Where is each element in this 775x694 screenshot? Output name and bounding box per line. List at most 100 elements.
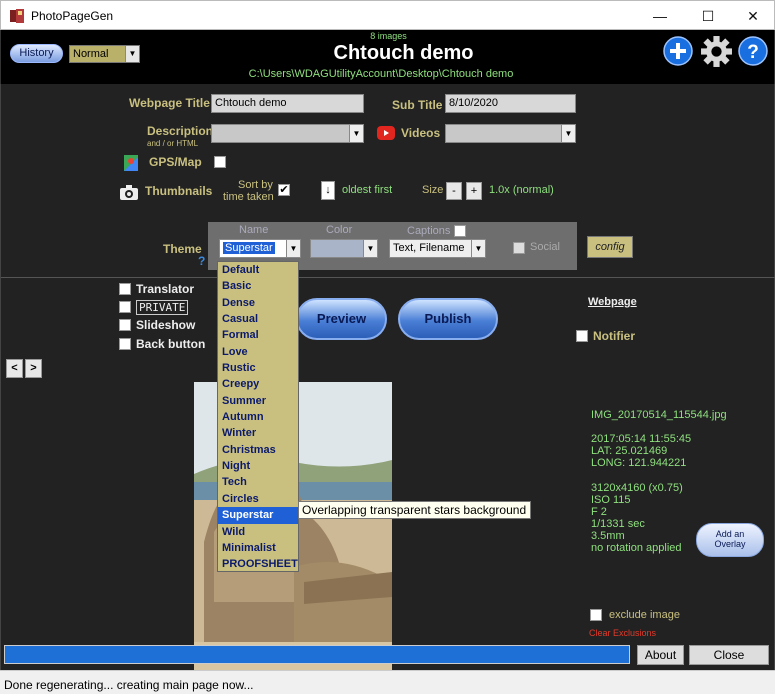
map-icon [124, 155, 138, 171]
theme-option[interactable]: Night [218, 458, 298, 474]
theme-option[interactable]: Summer [218, 393, 298, 409]
size-value: 1.0x (normal) [489, 184, 554, 196]
translator-label: Translator [136, 282, 195, 296]
chevron-down-icon: ▼ [561, 125, 575, 142]
camera-icon [120, 185, 138, 200]
header-band: History Normal ▼ 8 images Chtouch demo C… [0, 30, 775, 84]
sort-checkbox[interactable]: ✔ [278, 184, 290, 196]
svg-text:?: ? [747, 42, 759, 63]
image-shutter: 1/1331 sec [591, 518, 645, 530]
prev-image-button[interactable]: < [6, 359, 23, 378]
add-overlay-button[interactable]: Add an Overlay [696, 523, 764, 557]
thumbnails-label: Thumbnails [145, 184, 213, 198]
gear-icon[interactable] [700, 35, 733, 68]
chevron-down-icon: ▼ [286, 240, 300, 257]
theme-name-value: Superstar [223, 242, 275, 254]
captions-checkbox[interactable] [454, 225, 466, 237]
theme-dropdown-list: Default Basic Dense Casual Formal Love Rustic C… [217, 261, 299, 572]
album-path: C:\Users\WDAGUtilityAccount\Desktop\Chto… [248, 68, 514, 80]
sort-label-line2: time taken [223, 191, 274, 203]
progress-bar [4, 645, 630, 664]
maximize-button[interactable]: ☐ [685, 1, 731, 31]
close-button[interactable]: Close [689, 645, 769, 665]
exclude-image-label: exclude image [609, 609, 680, 621]
translator-checkbox[interactable] [119, 283, 131, 295]
private-checkbox[interactable] [119, 301, 131, 313]
image-datetime: 2017:05:14 11:55:45 [591, 433, 692, 445]
subtitle-input[interactable]: 8/10/2020 [445, 94, 576, 113]
image-dimensions: 3120x4160 (x0.75) [591, 482, 683, 494]
theme-option[interactable]: Tech [218, 474, 298, 490]
notifier-label: Notifier [593, 329, 635, 343]
status-text: Done regenerating... creating main page … [4, 678, 254, 692]
theme-color-combo[interactable]: ▼ [310, 239, 378, 258]
size-minus-button[interactable]: - [446, 182, 462, 200]
description-label: Description [147, 124, 214, 138]
theme-option[interactable]: Formal [218, 327, 298, 343]
theme-option[interactable]: Default [218, 262, 298, 278]
image-long: LONG: 121.944221 [591, 457, 687, 469]
image-rotation: no rotation applied [591, 542, 682, 554]
youtube-icon [377, 126, 395, 140]
gps-label: GPS/Map [149, 155, 202, 169]
theme-tooltip: Overlapping transparent stars background [298, 501, 531, 519]
videos-combo[interactable]: ▼ [445, 124, 576, 143]
theme-name-combo[interactable]: Superstar ▼ [219, 239, 301, 258]
captions-value: Text, Filename [393, 242, 465, 254]
private-label: PRIVATE [136, 300, 189, 315]
minimize-button[interactable]: — [637, 1, 683, 31]
close-window-button[interactable]: ✕ [730, 1, 775, 31]
size-plus-button[interactable]: + [466, 182, 482, 200]
config-button[interactable]: config [587, 236, 633, 258]
captions-combo[interactable]: Text, Filename ▼ [389, 239, 486, 258]
theme-option[interactable]: Minimalist [218, 540, 298, 556]
theme-help-link[interactable]: ? [198, 254, 205, 268]
title-bar: PhotoPageGen — ☐ ✕ [0, 0, 775, 30]
image-focal: 3.5mm [591, 530, 625, 542]
main-panel: Webpage Title Chtouch demo Sub Title 8/1… [0, 84, 775, 670]
album-title: Chtouch demo [333, 42, 474, 64]
order-toggle-button[interactable]: ↓ [321, 181, 335, 200]
theme-option[interactable]: PROOFSHEET [218, 556, 298, 572]
theme-option[interactable]: Christmas [218, 442, 298, 458]
back-button-label: Back button [136, 337, 206, 351]
captions-header: Captions [407, 225, 451, 237]
app-icon [10, 9, 24, 23]
exclude-image-checkbox[interactable] [590, 609, 602, 621]
theme-option[interactable]: Rustic [218, 360, 298, 376]
preview-button[interactable]: Preview [296, 298, 387, 340]
notifier-checkbox[interactable] [576, 330, 588, 342]
clear-exclusions-link[interactable]: Clear Exclusions [589, 628, 656, 638]
help-icon[interactable]: ? [738, 36, 768, 66]
back-button-checkbox[interactable] [119, 338, 131, 350]
videos-label: Videos [401, 126, 441, 140]
webpage-title-input[interactable]: Chtouch demo [211, 94, 364, 113]
image-iso: ISO 115 [591, 494, 631, 506]
social-checkbox[interactable] [513, 242, 525, 254]
theme-option[interactable]: Creepy [218, 376, 298, 392]
gps-checkbox[interactable] [214, 156, 226, 168]
theme-option[interactable]: Superstar [218, 507, 298, 524]
sort-label-line1: Sort by [238, 179, 273, 191]
theme-option[interactable]: Circles [218, 491, 298, 507]
about-button[interactable]: About [637, 645, 684, 665]
webpage-link[interactable]: Webpage [588, 296, 637, 308]
chevron-down-icon: ▼ [349, 125, 363, 142]
description-combo[interactable]: ▼ [211, 124, 364, 143]
overlay-label-line1: Add an [715, 529, 745, 539]
theme-option[interactable]: Wild [218, 524, 298, 540]
theme-option[interactable]: Autumn [218, 409, 298, 425]
subtitle-label: Sub Title [392, 98, 443, 112]
publish-button[interactable]: Publish [398, 298, 498, 340]
next-image-button[interactable]: > [25, 359, 42, 378]
theme-option[interactable]: Love [218, 344, 298, 360]
theme-option[interactable]: Winter [218, 425, 298, 441]
theme-option[interactable]: Dense [218, 295, 298, 311]
slideshow-checkbox[interactable] [119, 319, 131, 331]
add-icon[interactable] [663, 36, 693, 66]
chevron-down-icon: ▼ [363, 240, 377, 257]
theme-option[interactable]: Casual [218, 311, 298, 327]
status-bar: Done regenerating... creating main page … [0, 670, 775, 694]
image-lat: LAT: 25.021469 [591, 445, 668, 457]
theme-option[interactable]: Basic [218, 278, 298, 294]
